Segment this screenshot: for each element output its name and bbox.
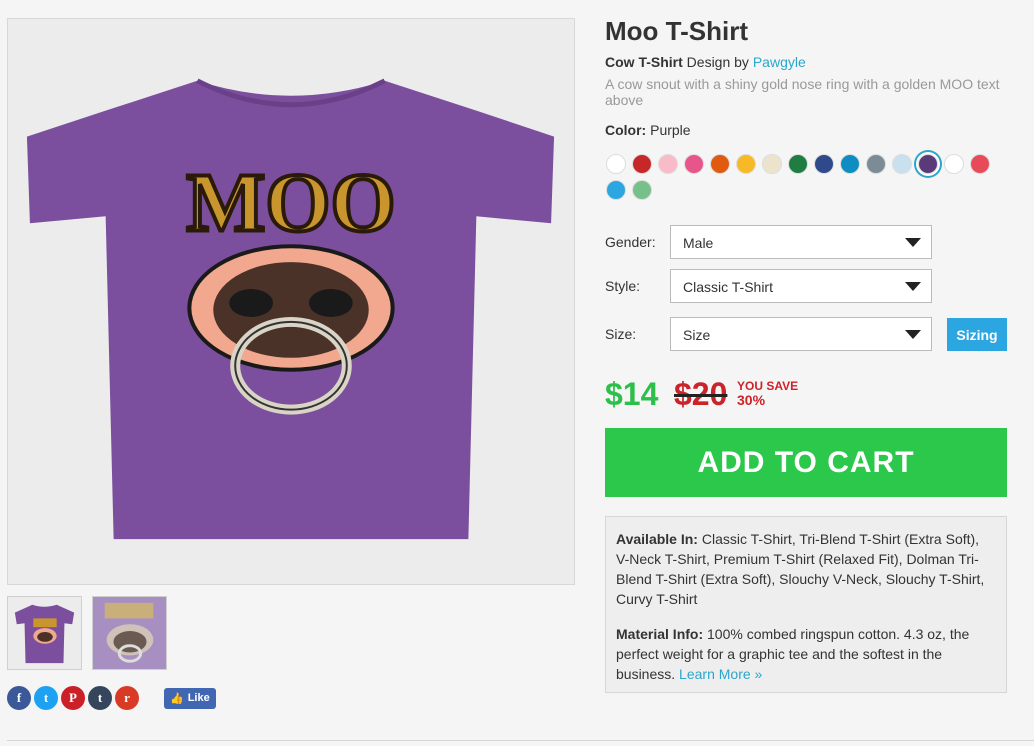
pinterest-icon[interactable]: P bbox=[61, 686, 85, 710]
byline: Cow T-Shirt Design by Pawgyle bbox=[605, 54, 806, 70]
size-select[interactable]: Size bbox=[670, 317, 932, 351]
size-label: Size: bbox=[605, 326, 637, 342]
tumblr-icon[interactable]: t bbox=[88, 686, 112, 710]
material-info: Material Info: 100% combed ringspun cott… bbox=[616, 624, 996, 684]
color-swatch[interactable] bbox=[736, 154, 756, 174]
style-value: Classic T-Shirt bbox=[683, 279, 773, 295]
like-label: Like bbox=[187, 692, 210, 704]
you-save-text: YOU SAVE bbox=[737, 379, 799, 393]
product-info-box: Available In: Classic T-Shirt, Tri-Blend… bbox=[605, 516, 1007, 693]
color-selection-label: Color: Purple bbox=[605, 122, 691, 138]
facebook-like-button[interactable]: 👍 Like bbox=[164, 687, 216, 709]
size-value: Size bbox=[683, 327, 711, 343]
thumbnail-tshirt[interactable] bbox=[7, 596, 82, 670]
reddit-icon[interactable]: r bbox=[115, 686, 139, 710]
color-swatch[interactable] bbox=[710, 154, 730, 174]
facebook-icon[interactable]: f bbox=[7, 686, 31, 710]
color-swatch[interactable] bbox=[814, 154, 834, 174]
divider bbox=[7, 740, 1034, 741]
tshirt-artwork: MOO bbox=[8, 19, 574, 584]
color-value: Purple bbox=[650, 122, 691, 138]
color-swatches bbox=[606, 154, 1006, 200]
savings-badge: YOU SAVE 30% bbox=[737, 379, 798, 407]
current-price: $14 bbox=[605, 376, 659, 412]
available-in: Available In: Classic T-Shirt, Tri-Blend… bbox=[616, 529, 996, 609]
color-label: Color: bbox=[605, 122, 647, 138]
color-swatch[interactable] bbox=[918, 154, 938, 174]
product-type: Cow T-Shirt bbox=[605, 54, 683, 70]
add-to-cart-button[interactable]: ADD TO CART bbox=[605, 428, 1007, 497]
moo-text: MOO bbox=[186, 156, 395, 249]
color-swatch[interactable] bbox=[840, 154, 860, 174]
thumbnail-design[interactable] bbox=[92, 596, 167, 670]
chevron-down-icon bbox=[905, 282, 921, 291]
color-swatch[interactable] bbox=[606, 180, 626, 200]
chevron-down-icon bbox=[905, 330, 921, 339]
learn-more-link[interactable]: Learn More » bbox=[679, 666, 762, 682]
color-swatch[interactable] bbox=[970, 154, 990, 174]
gender-select[interactable]: Male bbox=[670, 225, 932, 259]
twitter-icon[interactable]: t bbox=[34, 686, 58, 710]
available-label: Available In: bbox=[616, 531, 698, 547]
gender-value: Male bbox=[683, 235, 714, 251]
color-swatch[interactable] bbox=[606, 154, 626, 174]
color-swatch[interactable] bbox=[944, 154, 964, 174]
chevron-down-icon bbox=[905, 238, 921, 247]
artist-link[interactable]: Pawgyle bbox=[753, 54, 806, 70]
sizing-button[interactable]: Sizing bbox=[947, 318, 1007, 351]
color-swatch[interactable] bbox=[866, 154, 886, 174]
color-swatch[interactable] bbox=[658, 154, 678, 174]
gender-label: Gender: bbox=[605, 234, 656, 250]
product-description: A cow snout with a shiny gold nose ring … bbox=[605, 76, 1000, 108]
color-swatch[interactable] bbox=[632, 154, 652, 174]
thumbs-up-icon: 👍 bbox=[170, 692, 184, 705]
color-swatch[interactable] bbox=[892, 154, 912, 174]
social-share-bar: f t Pt r 👍 Like bbox=[7, 686, 216, 710]
style-label: Style: bbox=[605, 278, 641, 294]
savings-percent: 30% bbox=[737, 392, 766, 408]
material-label: Material Info: bbox=[616, 626, 704, 642]
color-swatch[interactable] bbox=[788, 154, 808, 174]
design-by-text: Design by bbox=[686, 54, 749, 70]
color-swatch[interactable] bbox=[684, 154, 704, 174]
color-swatch[interactable] bbox=[762, 154, 782, 174]
page-title: Moo T-Shirt bbox=[605, 16, 748, 46]
original-price: $20 bbox=[674, 376, 728, 412]
style-select[interactable]: Classic T-Shirt bbox=[670, 269, 932, 303]
color-swatch[interactable] bbox=[632, 180, 652, 200]
product-main-image[interactable]: MOO bbox=[7, 18, 575, 585]
